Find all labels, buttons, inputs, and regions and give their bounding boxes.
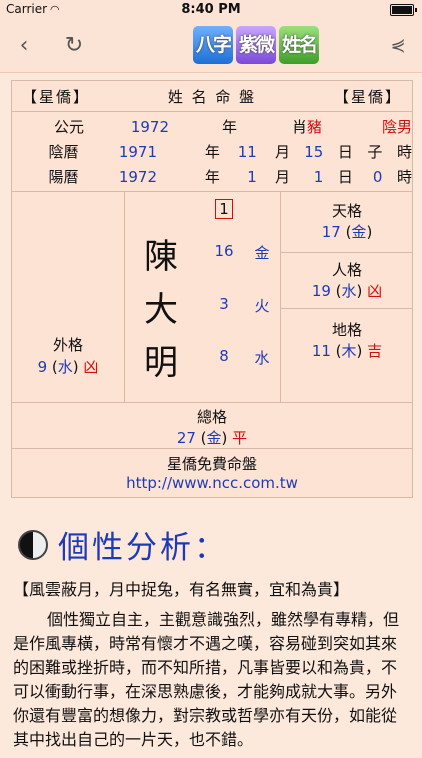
dige-cell: 地格 11 (木) 吉 xyxy=(281,309,413,402)
chart-footer: 星僑免費命盤 http://www.ncc.com.tw xyxy=(12,449,412,497)
taiji-icon xyxy=(18,529,48,560)
logo-xingming: 姓名 xyxy=(279,26,319,64)
name-char-1: 陳 xyxy=(144,237,178,277)
clock: 8:40 PM xyxy=(181,2,241,17)
top-number: 1 xyxy=(209,199,239,219)
header-left: 【星僑】 xyxy=(22,87,91,106)
info-row-solar: 陽曆 1972 年 1 月 1 日 0 時 xyxy=(48,167,412,187)
dige-label: 地格 xyxy=(331,321,362,339)
zongge-value: 27 (金) 平 xyxy=(176,429,248,447)
chart-header: 【星僑】 姓 名 命 盤 【星僑】 xyxy=(12,81,412,112)
name-chart: 【星僑】 姓 名 命 盤 【星僑】 公元 1972 年 肖 豬 陰男 陰曆 19… xyxy=(11,80,413,498)
waige-cell: 外格 9 (水) 凶 xyxy=(12,192,125,402)
name-char-2: 大 xyxy=(144,290,178,330)
header-title: 姓 名 命 盤 xyxy=(167,87,257,106)
tiange-cell: 天格 17 (金) xyxy=(281,192,413,253)
battery-icon xyxy=(390,4,417,16)
renge-label: 人格 xyxy=(331,261,362,279)
dige-value: 11 (木) 吉 xyxy=(311,342,383,360)
name-char-3: 明 xyxy=(144,343,178,383)
birth-info: 公元 1972 年 肖 豬 陰男 陰曆 1971 年 11 月 15 日 子 時… xyxy=(12,112,412,192)
zongge-label: 總格 xyxy=(196,408,227,426)
app-logo: 八字 紫微 姓名 xyxy=(193,26,319,64)
reload-button[interactable]: ↻ xyxy=(60,32,88,60)
personality-article: 【風雲蔽月，月中捉兔，有名無實，宜和為貴】 個性獨立自主，主觀意識強烈，雖然學有… xyxy=(13,578,409,758)
article-body: 個性獨立自主，主觀意識強烈，雖然學有專精，但是作風專橫，時常有懷才不遇之嘆，容易… xyxy=(13,610,400,749)
zongge-cell: 總格 27 (金) 平 xyxy=(12,402,412,449)
navigation-bar: ‹ ↻ 八字 紫微 姓名 ⋞ xyxy=(0,20,422,73)
waige-value: 9 (水) 凶 xyxy=(37,358,99,376)
element-3: 水 xyxy=(254,349,270,367)
header-right: 【星僑】 xyxy=(333,87,402,106)
footer-title: 星僑免費命盤 xyxy=(166,455,257,473)
logo-ziwei: 紫微 xyxy=(236,26,276,64)
info-row-lunar: 陰曆 1971 年 11 月 15 日 子 時 xyxy=(48,142,412,162)
logo-bazi: 八字 xyxy=(193,26,233,64)
status-bar: Carrier ◠ 8:40 PM xyxy=(0,0,422,20)
renge-cell: 人格 19 (水) 凶 xyxy=(281,253,413,309)
renge-value: 19 (水) 凶 xyxy=(311,282,383,300)
back-button[interactable]: ‹ xyxy=(10,32,38,60)
right-column: 天格 17 (金) 人格 19 (水) 凶 地格 11 (木) 吉 xyxy=(280,192,413,402)
stroke-3: 8 xyxy=(219,347,229,365)
waige-label: 外格 xyxy=(52,336,83,354)
personality-section-title: 個性分析： xyxy=(18,522,228,567)
share-button[interactable]: ⋞ xyxy=(384,32,412,60)
footer-link[interactable]: http://www.ncc.com.tw xyxy=(126,474,298,492)
five-grid: 外格 9 (水) 凶 1 陳 大 明 16 3 8 金 火 水 天格 17 (金… xyxy=(12,192,413,449)
element-2: 火 xyxy=(254,297,270,315)
element-1: 金 xyxy=(254,244,270,262)
stroke-2: 3 xyxy=(219,295,229,313)
info-row-gregorian: 公元 1972 年 肖 豬 陰男 xyxy=(53,117,413,137)
section-heading: 個性分析： xyxy=(58,530,228,566)
tiange-label: 天格 xyxy=(331,202,362,220)
article-summary: 【風雲蔽月，月中捉兔，有名無實，宜和為貴】 xyxy=(13,580,350,599)
stroke-1: 16 xyxy=(214,242,234,260)
tiange-value: 17 (金) xyxy=(321,223,373,241)
name-strokes: 1 陳 大 明 16 3 8 金 火 水 xyxy=(125,192,279,402)
